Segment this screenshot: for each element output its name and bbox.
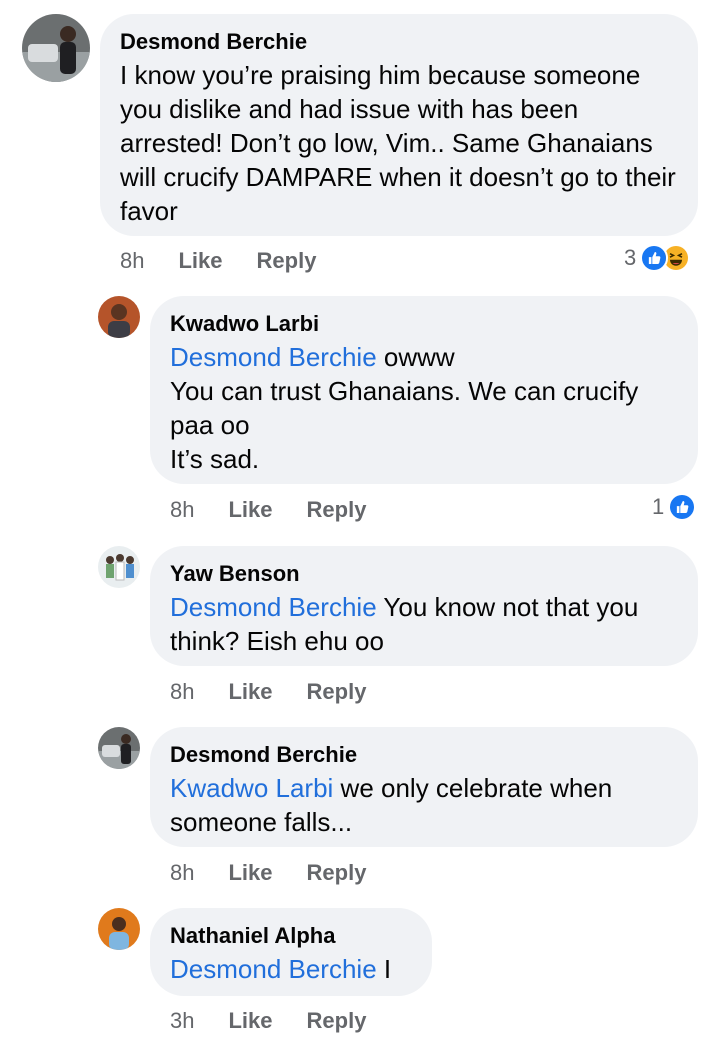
like-button[interactable]: Like [228,497,272,523]
like-button[interactable]: Like [178,248,222,274]
avatar[interactable] [98,296,140,338]
reply-button[interactable]: Reply [307,497,367,523]
avatar[interactable] [98,727,140,769]
reply-button[interactable]: Reply [307,1008,367,1034]
comment-author[interactable]: Kwadwo Larbi [170,310,678,338]
comment-body: I [376,954,392,984]
comment-bubble: Kwadwo Larbi Desmond Berchie owww You ca… [150,296,698,484]
mention-link[interactable]: Desmond Berchie [170,342,377,372]
reply-button[interactable]: Reply [257,248,317,274]
reaction-summary[interactable]: 1 [652,493,697,521]
comment-bubble: Nathaniel Alpha Desmond Berchie I [150,908,432,996]
like-icon [668,493,697,521]
comment-author[interactable]: Yaw Benson [170,560,678,588]
comment-text: Desmond Berchie I [170,952,412,986]
like-button[interactable]: Like [228,1008,272,1034]
comment-time[interactable]: 8h [170,497,194,523]
comment-bubble: Yaw Benson Desmond Berchie You know not … [150,546,698,666]
comment-author[interactable]: Desmond Berchie [170,741,678,769]
comment-text: Desmond Berchie You know not that you th… [170,590,678,658]
reply-button[interactable]: Reply [307,860,367,886]
comment-author[interactable]: Desmond Berchie [120,28,678,56]
comment-text: I know you’re praising him because someo… [120,60,676,226]
comment-bubble: Desmond Berchie Kwadwo Larbi we only cel… [150,727,698,847]
comment-actions: 8h Like Reply [170,497,400,523]
avatar[interactable] [98,546,140,588]
comment-text: Kwadwo Larbi we only celebrate when some… [170,771,678,839]
mention-link[interactable]: Kwadwo Larbi [170,773,333,803]
comment-thread: Desmond Berchie I know you’re praising h… [0,0,720,1050]
mention-link[interactable]: Desmond Berchie [170,592,377,622]
comment-actions: 8h Like Reply [170,860,400,886]
reaction-summary[interactable]: 3 [624,244,691,272]
comment-actions: 8h Like Reply [170,679,400,705]
comment-actions: 3h Like Reply [170,1008,400,1034]
mention-link[interactable]: Desmond Berchie [170,954,377,984]
comment-text: Desmond Berchie owww You can trust Ghana… [170,340,678,476]
avatar[interactable] [98,908,140,950]
like-button[interactable]: Like [228,679,272,705]
reaction-count: 1 [652,494,665,519]
comment-bubble: Desmond Berchie I know you’re praising h… [100,14,698,236]
comment-time[interactable]: 3h [170,1008,194,1034]
comment-time[interactable]: 8h [120,248,144,274]
like-icon [640,244,669,272]
reply-button[interactable]: Reply [307,679,367,705]
comment-author[interactable]: Nathaniel Alpha [170,922,412,950]
comment-time[interactable]: 8h [170,860,194,886]
comment-time[interactable]: 8h [170,679,194,705]
like-button[interactable]: Like [228,860,272,886]
reaction-count: 3 [624,245,637,270]
comment-actions: 8h Like Reply [120,248,350,274]
avatar[interactable] [22,14,90,82]
